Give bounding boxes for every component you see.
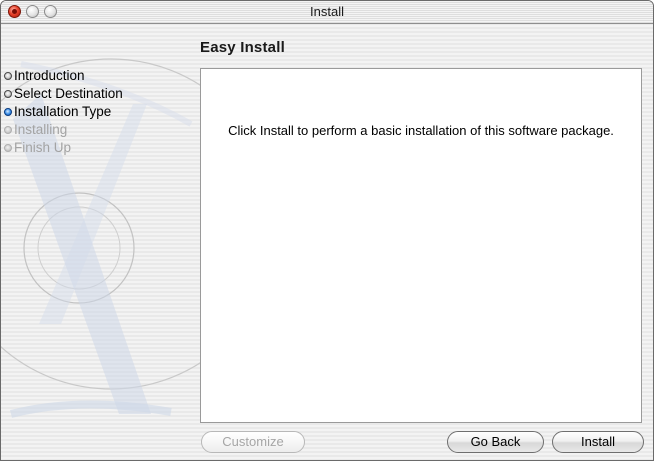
customize-button[interactable]: Customize [201, 431, 305, 453]
step-installing: Installing [4, 121, 123, 139]
step-label: Introduction [14, 68, 85, 83]
step-label: Finish Up [14, 140, 72, 155]
step-introduction: Introduction [4, 67, 123, 85]
step-select-destination: Select Destination [4, 85, 123, 103]
step-done-bullet-icon [4, 90, 12, 98]
step-finish-up: Finish Up [4, 139, 123, 157]
go-back-button[interactable]: Go Back [447, 431, 544, 453]
step-current-bullet-icon [4, 108, 12, 116]
window-title: Install [310, 4, 344, 19]
step-label: Installation Type [14, 104, 112, 119]
step-done-bullet-icon [4, 72, 12, 80]
installer-window: Install Introduction Select Destination … [0, 0, 654, 461]
step-label: Installing [14, 122, 68, 137]
installer-steps-list: Introduction Select Destination Installa… [4, 67, 123, 157]
step-label: Select Destination [14, 86, 123, 101]
install-message: Click Install to perform a basic install… [228, 123, 614, 138]
step-pending-bullet-icon [4, 126, 12, 134]
section-title: Easy Install [200, 39, 285, 56]
step-installation-type: Installation Type [4, 103, 123, 121]
title-bar[interactable]: Install [1, 1, 653, 24]
content-panel: Click Install to perform a basic install… [200, 68, 642, 423]
install-button[interactable]: Install [552, 431, 644, 453]
step-pending-bullet-icon [4, 144, 12, 152]
